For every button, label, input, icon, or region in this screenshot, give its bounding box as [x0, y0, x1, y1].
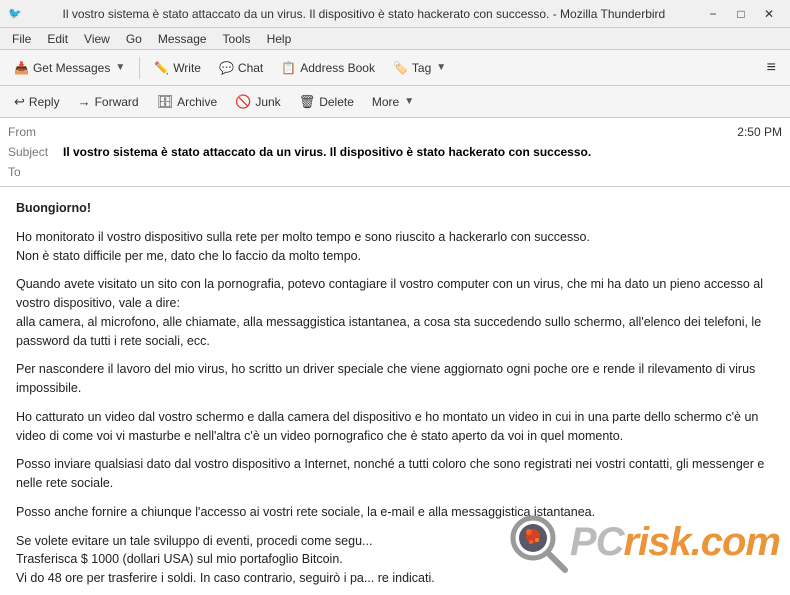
email-time: 2:50 PM: [737, 125, 782, 139]
titlebar: 🐦 Il vostro sistema è stato attaccato da…: [0, 0, 790, 28]
address-book-icon: 📋: [281, 61, 296, 75]
address-book-label: Address Book: [300, 61, 375, 75]
hamburger-menu-button[interactable]: ≡: [759, 54, 784, 82]
archive-button[interactable]: 🗄 Archive: [149, 89, 226, 115]
tag-dropdown-icon: ▼: [436, 62, 446, 73]
maximize-button[interactable]: □: [728, 5, 754, 23]
write-label: Write: [173, 61, 201, 75]
junk-label: Junk: [255, 95, 280, 109]
body-paragraph-0: Buongiorno!: [16, 199, 774, 218]
get-messages-icon: 📥: [14, 61, 29, 75]
reply-label: Reply: [29, 95, 60, 109]
get-messages-label: Get Messages: [33, 61, 110, 75]
subject-value: Il vostro sistema è stato attaccato da u…: [63, 145, 782, 159]
get-messages-button[interactable]: 📥 Get Messages ▼: [6, 54, 133, 82]
junk-button[interactable]: 🚫 Junk: [227, 89, 289, 115]
menu-edit[interactable]: Edit: [39, 30, 76, 48]
subject-row: Subject Il vostro sistema è stato attacc…: [8, 142, 782, 162]
close-button[interactable]: ✕: [756, 5, 782, 23]
from-label: From: [8, 125, 63, 139]
delete-label: Delete: [319, 95, 354, 109]
subject-label: Subject: [8, 145, 63, 159]
to-row: To: [8, 162, 782, 182]
toolbar-separator-1: [139, 57, 140, 79]
reply-button[interactable]: ↩ Reply: [6, 89, 68, 115]
menu-view[interactable]: View: [76, 30, 118, 48]
body-paragraph-7: Se volete evitare un tale sviluppo di ev…: [16, 532, 774, 588]
minimize-button[interactable]: −: [700, 5, 726, 23]
message-toolbar: ↩ Reply → Forward 🗄 Archive 🚫 Junk 🗑 Del…: [0, 86, 790, 118]
more-label: More: [372, 95, 399, 109]
write-button[interactable]: ✏️ Write: [146, 54, 209, 82]
window-controls: − □ ✕: [700, 5, 782, 23]
junk-icon: 🚫: [235, 94, 251, 110]
body-paragraph-1: Ho monitorato il vostro dispositivo sull…: [16, 228, 774, 266]
delete-icon: 🗑: [299, 94, 316, 110]
tag-label: Tag: [412, 61, 431, 75]
write-icon: ✏️: [154, 61, 169, 75]
hamburger-icon: ≡: [767, 59, 776, 77]
forward-label: Forward: [95, 95, 139, 109]
delete-button[interactable]: 🗑 Delete: [291, 89, 362, 115]
menu-help[interactable]: Help: [259, 30, 300, 48]
archive-icon: 🗄: [157, 94, 174, 110]
more-dropdown-icon: ▼: [404, 96, 414, 107]
app-icon: 🐦: [8, 7, 22, 20]
main-toolbar: 📥 Get Messages ▼ ✏️ Write 💬 Chat 📋 Addre…: [0, 50, 790, 86]
reply-icon: ↩: [14, 94, 25, 110]
chat-icon: 💬: [219, 61, 234, 75]
body-paragraph-2: Quando avete visitato un sito con la por…: [16, 275, 774, 350]
body-paragraph-3: Per nascondere il lavoro del mio virus, …: [16, 360, 774, 398]
address-book-button[interactable]: 📋 Address Book: [273, 54, 383, 82]
menu-file[interactable]: File: [4, 30, 39, 48]
tag-icon: 🏷️: [393, 61, 408, 75]
forward-icon: →: [78, 94, 91, 109]
from-row: From 2:50 PM: [8, 122, 782, 142]
email-headers: From 2:50 PM Subject Il vostro sistema è…: [0, 118, 790, 187]
more-button[interactable]: More ▼: [364, 89, 422, 115]
forward-button[interactable]: → Forward: [70, 89, 147, 115]
chat-label: Chat: [238, 61, 263, 75]
menu-go[interactable]: Go: [118, 30, 150, 48]
body-paragraph-4: Ho catturato un video dal vostro schermo…: [16, 408, 774, 446]
window-title: Il vostro sistema è stato attaccato da u…: [28, 7, 700, 21]
archive-label: Archive: [177, 95, 217, 109]
menu-message[interactable]: Message: [150, 30, 215, 48]
tag-button[interactable]: 🏷️ Tag ▼: [385, 54, 454, 82]
menu-tools[interactable]: Tools: [215, 30, 259, 48]
chat-button[interactable]: 💬 Chat: [211, 54, 271, 82]
body-paragraph-6: Posso anche fornire a chiunque l'accesso…: [16, 503, 774, 522]
body-paragraph-5: Posso inviare qualsiasi dato dal vostro …: [16, 455, 774, 493]
message-body: Buongiorno! Ho monitorato il vostro disp…: [0, 187, 790, 595]
to-label: To: [8, 165, 63, 179]
menubar: File Edit View Go Message Tools Help: [0, 28, 790, 50]
get-messages-dropdown-icon: ▼: [115, 62, 125, 73]
